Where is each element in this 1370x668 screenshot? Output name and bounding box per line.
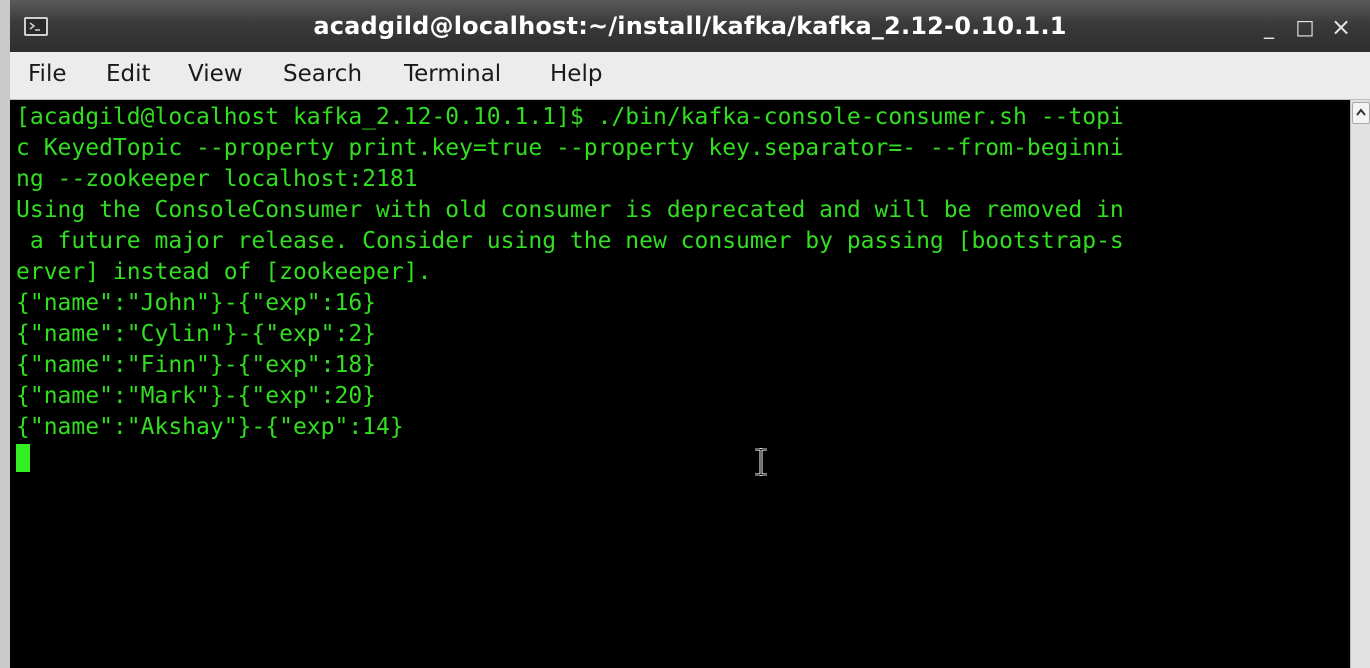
window-title: acadgild@localhost:~/install/kafka/kafka… (313, 12, 1067, 40)
title-bar[interactable]: acadgild@localhost:~/install/kafka/kafka… (10, 0, 1370, 52)
menu-bar: File Edit View Search Terminal Help (10, 52, 1370, 100)
terminal-line: {"name":"Mark"}-{"exp":20} (16, 383, 377, 409)
minimize-button[interactable]: _ (1256, 14, 1282, 40)
text-cursor (16, 444, 30, 472)
menu-edit[interactable]: Edit (106, 61, 151, 87)
terminal-line: [acadgild@localhost kafka_2.12-0.10.1.1]… (16, 104, 1124, 130)
menu-file[interactable]: File (28, 61, 67, 87)
terminal-line: ng --zookeeper localhost:2181 (16, 166, 418, 192)
terminal-line: {"name":"John"}-{"exp":16} (16, 290, 377, 316)
menu-search[interactable]: Search (283, 61, 362, 87)
terminal-line: {"name":"Akshay"}-{"exp":14} (16, 414, 404, 440)
menu-terminal[interactable]: Terminal (404, 61, 501, 87)
scroll-up-button[interactable] (1352, 102, 1370, 124)
terminal-line: {"name":"Finn"}-{"exp":18} (16, 352, 377, 378)
maximize-button[interactable]: □ (1292, 14, 1318, 40)
menu-view[interactable]: View (188, 61, 243, 87)
terminal-line: {"name":"Cylin"}-{"exp":2} (16, 321, 377, 347)
terminal-window: acadgild@localhost:~/install/kafka/kafka… (0, 0, 1370, 668)
chevron-up-icon (1356, 108, 1366, 116)
terminal-line: c KeyedTopic --property print.key=true -… (16, 135, 1124, 161)
ibeam-cursor-icon (755, 448, 767, 476)
menu-help[interactable]: Help (550, 61, 602, 87)
terminal-line: erver] instead of [zookeeper]. (16, 259, 432, 285)
terminal-output[interactable]: [acadgild@localhost kafka_2.12-0.10.1.1]… (10, 100, 1350, 668)
terminal-line: Using the ConsoleConsumer with old consu… (16, 197, 1124, 223)
terminal-line: a future major release. Consider using t… (16, 228, 1124, 254)
vertical-scrollbar[interactable] (1350, 100, 1370, 668)
close-button[interactable]: × (1328, 14, 1354, 40)
